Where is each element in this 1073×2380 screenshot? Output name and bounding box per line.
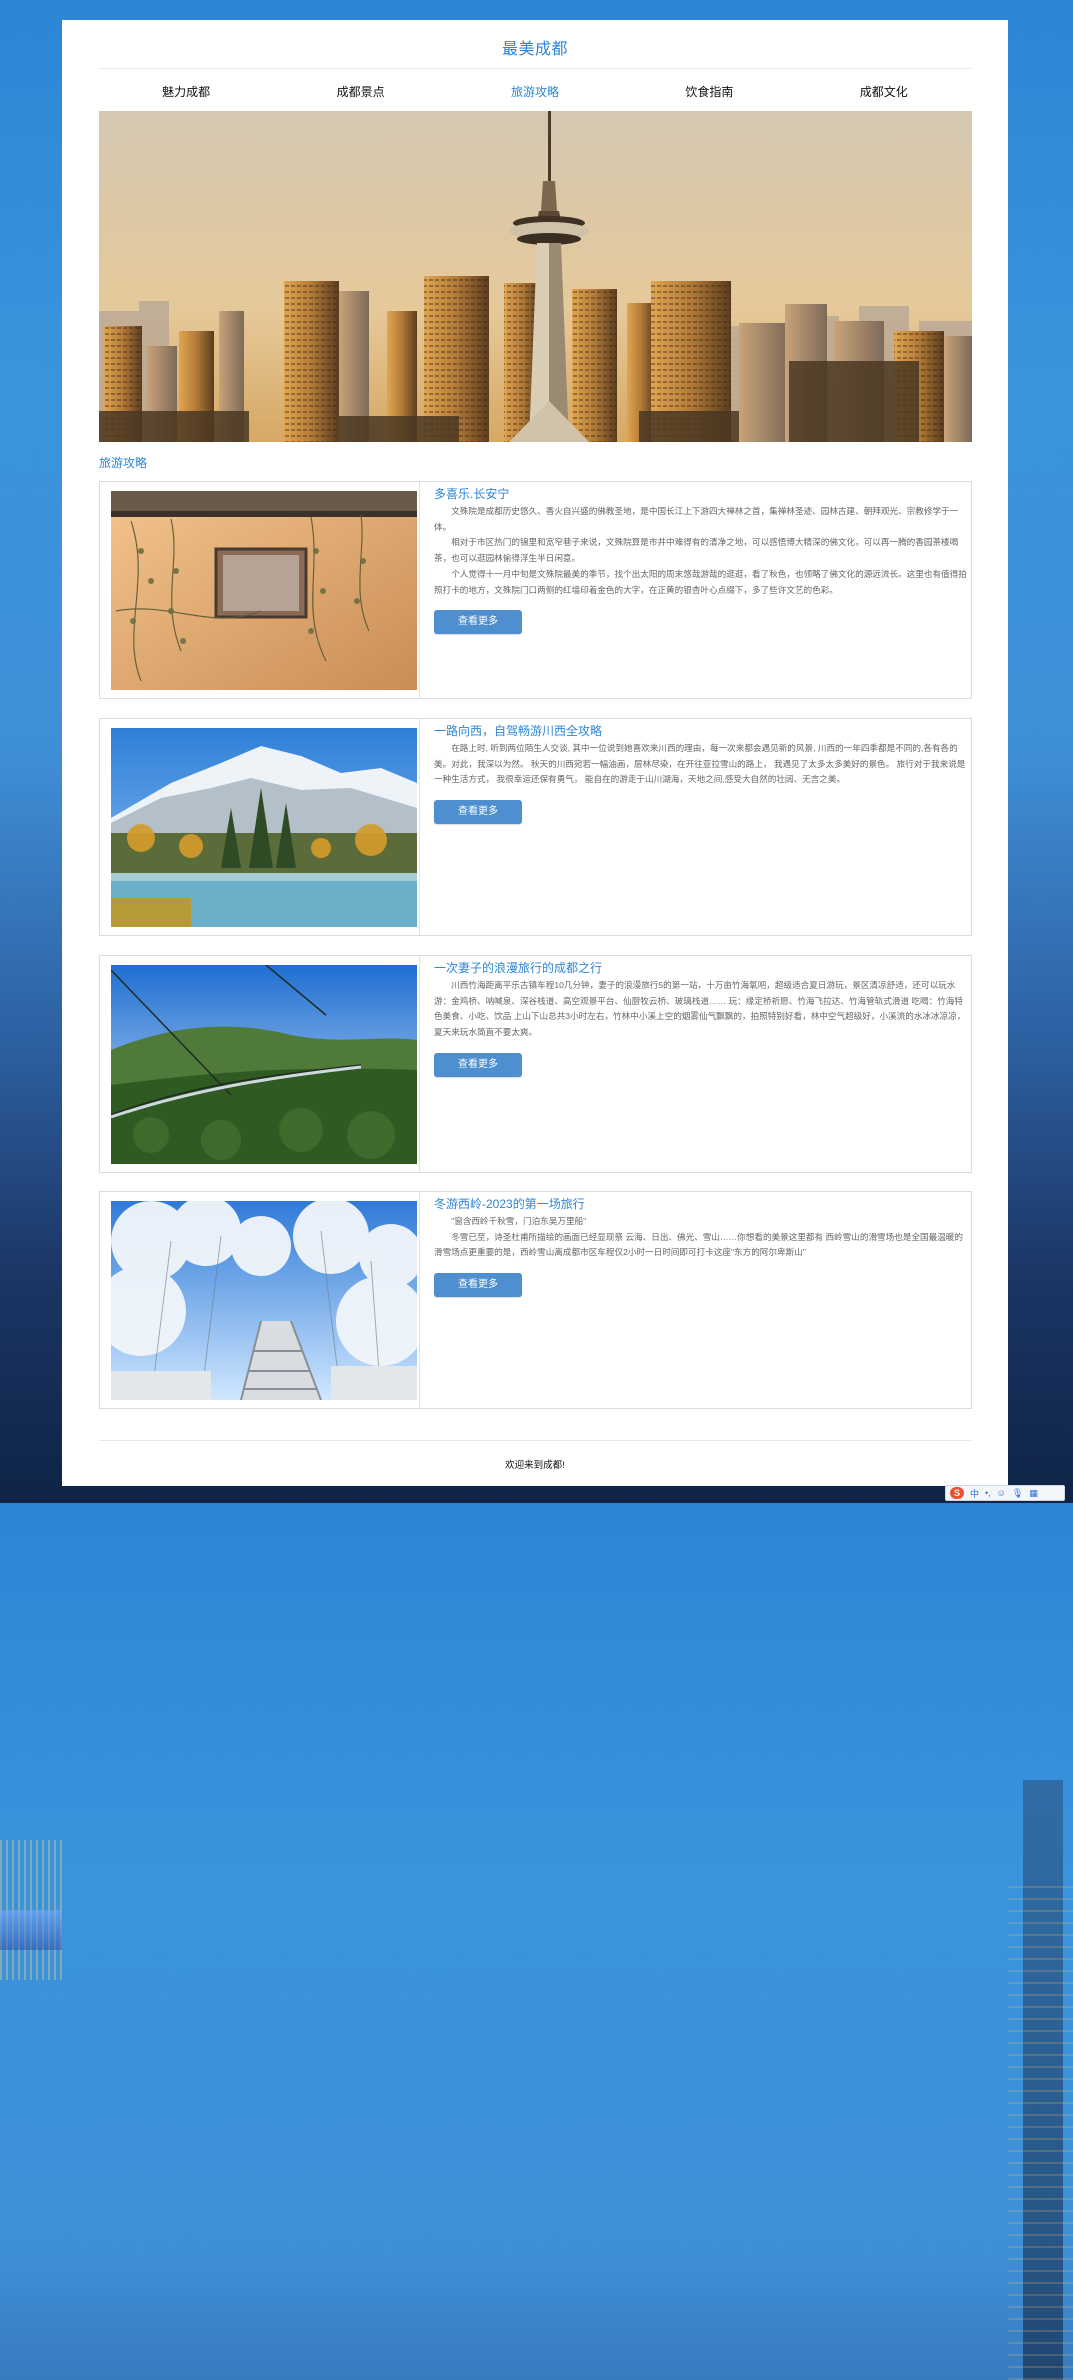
ime-voice-icon[interactable]: 🎙: [1012, 1488, 1023, 1499]
card-image-temple-wall[interactable]: [111, 491, 417, 690]
ime-keyboard-icon[interactable]: ▦: [1029, 1488, 1038, 1499]
card-body: 冬游西岭-2023的第一场旅行 "窗含西岭千秋雪，门泊东吴万里船" 冬雪已至，诗…: [434, 1196, 970, 1298]
footer-divider: [99, 1440, 971, 1441]
guide-card: 冬游西岭-2023的第一场旅行 "窗含西岭千秋雪，门泊东吴万里船" 冬雪已至，诗…: [99, 1191, 972, 1409]
title-divider: [99, 68, 971, 69]
nav-item-charm[interactable]: 魅力成都: [111, 83, 261, 100]
card-divider: [419, 1192, 420, 1408]
main-nav: 魅力成都 成都景点 旅游攻略 饮食指南 成都文化: [99, 80, 971, 102]
background-building-right: [1023, 1780, 1063, 2380]
card-title[interactable]: 冬游西岭-2023的第一场旅行: [434, 1196, 970, 1212]
card-paragraph: 川西竹海距离平乐古镇车程10几分钟，妻子的浪漫旅行5的第一站，十万亩竹海氧吧，超…: [434, 980, 966, 1038]
nav-item-attractions[interactable]: 成都景点: [286, 83, 436, 100]
card-divider: [419, 719, 420, 935]
suspension-bridge-illustration: [111, 965, 417, 1164]
ime-toolbar[interactable]: S 中 •, ☺ 🎙 ▦: [945, 1485, 1065, 1501]
card-paragraph: 在路上时, 听到两位陌生人交谈, 其中一位说到她喜欢来川西的理由，每一次来都会遇…: [434, 743, 966, 785]
background-lights-left: [0, 1840, 62, 1980]
hero-skyline-illustration: [99, 111, 972, 442]
site-title: 最美成都: [501, 41, 568, 58]
card-paragraph: "窗含西岭千秋雪，门泊东吴万里船": [451, 1216, 587, 1226]
card-paragraph: 冬雪已至，诗圣杜甫所描绘的画面已经显现祭 云海、日出、佛光、雪山……你想看的美景…: [434, 1231, 963, 1258]
temple-wall-illustration: [111, 491, 417, 690]
view-more-button[interactable]: 查看更多: [434, 1273, 522, 1298]
guide-card: 多喜乐.长安宁 文殊院是成都历史悠久、香火自兴盛的佛教圣地，是中国长江上下游四大…: [99, 481, 972, 699]
view-more-button[interactable]: 查看更多: [434, 800, 522, 825]
card-title[interactable]: 一路向西，自驾畅游川西全攻略: [434, 723, 970, 739]
card-paragraph: 文殊院是成都历史悠久、香火自兴盛的佛教圣地，是中国长江上下游四大禅林之首，集禅林…: [434, 506, 959, 532]
background-bridge: [0, 1910, 62, 1950]
snow-mountain-illustration: [111, 728, 417, 927]
card-body: 多喜乐.长安宁 文殊院是成都历史悠久、香火自兴盛的佛教圣地，是中国长江上下游四大…: [434, 486, 970, 635]
footer-text: 欢迎来到成都!: [505, 1460, 565, 1471]
hero-banner-image: [99, 111, 972, 442]
card-body: 一次妻子的浪漫旅行的成都之行 川西竹海距离平乐古镇车程10几分钟，妻子的浪漫旅行…: [434, 960, 970, 1077]
view-more-button[interactable]: 查看更多: [434, 610, 522, 635]
ime-logo-icon[interactable]: S: [950, 1487, 964, 1499]
card-paragraph: 个人觉得十一月中旬是文殊院最美的季节，找个出太阳的周末悠哉游哉的逛逛，看了秋色，…: [434, 568, 967, 595]
nav-item-culture[interactable]: 成都文化: [809, 83, 959, 100]
guide-card: 一路向西，自驾畅游川西全攻略 在路上时, 听到两位陌生人交谈, 其中一位说到她喜…: [99, 718, 972, 936]
page-container: 最美成都 魅力成都 成都景点 旅游攻略 饮食指南 成都文化 旅游攻略 多喜乐.长…: [62, 20, 1008, 1486]
card-image-snow-forest[interactable]: [111, 1201, 417, 1400]
background-lights-right: [1008, 1880, 1073, 2380]
ime-punctuation-icon[interactable]: •,: [985, 1488, 991, 1498]
card-paragraph: 相对于市区热门的锦里和宽窄巷子来说，文殊院算是市井中难得有的清净之地，可以感悟博…: [434, 537, 959, 564]
view-more-button[interactable]: 查看更多: [434, 1052, 522, 1077]
card-image-suspension-bridge[interactable]: [111, 965, 417, 1164]
card-image-snow-mountain[interactable]: [111, 728, 417, 927]
ime-emoji-icon[interactable]: ☺: [997, 1488, 1006, 1498]
card-title[interactable]: 多喜乐.长安宁: [434, 486, 970, 502]
ime-chinese-mode[interactable]: 中: [970, 1487, 979, 1500]
nav-item-travel-guide[interactable]: 旅游攻略: [460, 83, 610, 100]
card-body: 一路向西，自驾畅游川西全攻略 在路上时, 听到两位陌生人交谈, 其中一位说到她喜…: [434, 723, 970, 825]
nav-item-food-guide[interactable]: 饮食指南: [634, 83, 784, 100]
card-divider: [419, 956, 420, 1172]
section-heading: 旅游攻略: [99, 456, 148, 470]
card-divider: [419, 482, 420, 698]
snow-forest-illustration: [111, 1201, 417, 1400]
card-title[interactable]: 一次妻子的浪漫旅行的成都之行: [434, 960, 970, 976]
guide-card: 一次妻子的浪漫旅行的成都之行 川西竹海距离平乐古镇车程10几分钟，妻子的浪漫旅行…: [99, 955, 972, 1173]
